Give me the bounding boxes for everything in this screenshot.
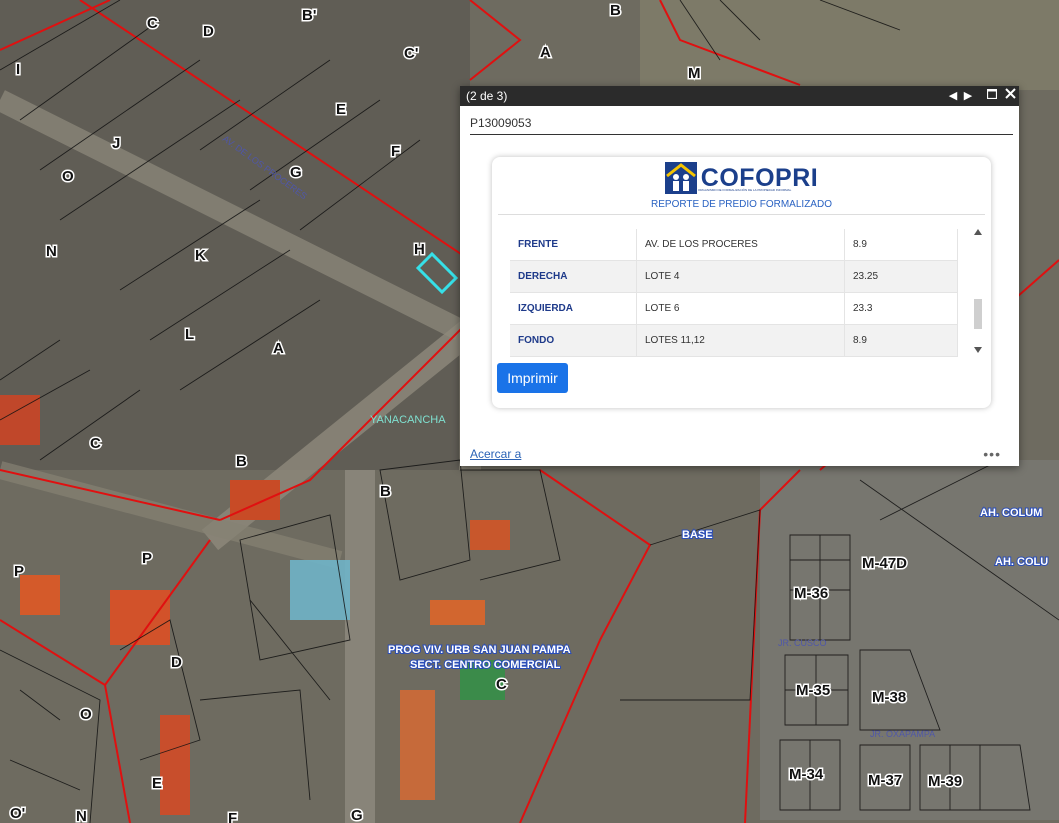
table-row: DERECHA LOTE 4 23.25 <box>510 260 958 293</box>
map-block-label: G <box>351 807 363 823</box>
map-block-label: C <box>90 435 101 452</box>
table-row: IZQUIERDA LOTE 6 23.3 <box>510 292 958 325</box>
popup-header: (2 de 3) ◀ ▶ <box>460 86 1019 106</box>
map-block-label: M-39 <box>928 773 962 790</box>
scroll-down-icon[interactable] <box>974 347 982 353</box>
maximize-icon[interactable] <box>983 87 1001 105</box>
neighbor-cell: LOTES 11,12 <box>636 324 845 357</box>
map-block-label: F <box>228 810 237 823</box>
map-place-label: PROG VIV. URB SAN JUAN PAMPA <box>388 644 571 656</box>
neighbor-cell: LOTE 4 <box>636 260 845 293</box>
map-place-label: AH. COLU <box>995 556 1048 568</box>
map-place-label: SECT. CENTRO COMERCIAL <box>410 659 561 671</box>
map-block-label: C' <box>404 45 418 62</box>
map-block-label: A <box>540 44 551 61</box>
map-block-label: L <box>185 326 194 343</box>
map-place-label: YANACANCHA <box>370 414 446 426</box>
map-block-label: G <box>290 164 302 181</box>
length-cell: 23.3 <box>844 292 958 325</box>
report-title: REPORTE DE PREDIO FORMALIZADO <box>651 199 832 210</box>
close-icon[interactable] <box>1001 87 1019 105</box>
map-block-label: D <box>171 654 182 671</box>
map-place-label: AH. COLUM <box>980 507 1042 519</box>
table-row: FONDO LOTES 11,12 8.9 <box>510 324 958 357</box>
length-cell: 8.9 <box>844 229 958 261</box>
map-block-label: N <box>76 808 87 823</box>
map-block-label: O <box>62 168 74 185</box>
map-place-label: BASE <box>682 529 713 541</box>
boundaries-table: FRENTE AV. DE LOS PROCERES 8.9 DERECHA L… <box>510 229 958 358</box>
feature-counter: (2 de 3) <box>466 89 508 103</box>
map-block-label: N <box>46 243 57 260</box>
side-cell: IZQUIERDA <box>510 292 637 325</box>
map-block-label: P <box>142 550 152 567</box>
map-block-label: M-47D <box>862 555 907 572</box>
map-block-label: C <box>496 676 507 693</box>
side-cell: FRENTE <box>510 229 637 261</box>
table-row: FRENTE AV. DE LOS PROCERES 8.9 <box>510 229 958 261</box>
length-cell: 23.25 <box>844 260 958 293</box>
table-scrollbar[interactable] <box>971 223 985 363</box>
side-cell: DERECHA <box>510 260 637 293</box>
cofopri-logo-icon <box>664 162 697 194</box>
map-block-label: M-35 <box>796 682 830 699</box>
neighbor-cell: AV. DE LOS PROCERES <box>636 229 845 261</box>
map-block-label: M-37 <box>868 772 902 789</box>
map-street-label: JR. OXAPAMPA <box>870 729 935 739</box>
print-button[interactable]: Imprimir <box>497 363 568 393</box>
popup-title: P13009053 <box>470 116 532 130</box>
map-block-label: M <box>688 65 701 82</box>
next-icon[interactable]: ▶ <box>959 87 977 105</box>
feature-popup: (2 de 3) ◀ ▶ P13009053 COFOPRI ORGANISMO… <box>460 86 1019 466</box>
divider <box>498 214 985 215</box>
map-block-label: B <box>610 2 621 19</box>
map-block-label: D <box>203 23 214 40</box>
more-options-icon[interactable]: ••• <box>983 446 1001 462</box>
map-block-label: E <box>152 775 162 792</box>
map-block-label: P <box>14 563 24 580</box>
map-block-label: O' <box>10 805 25 822</box>
scrollbar-thumb[interactable] <box>974 299 982 329</box>
map-block-label: M-36 <box>794 585 828 602</box>
map-block-label: I <box>16 61 20 78</box>
map-block-label: H <box>414 241 425 258</box>
map-block-label: M-34 <box>789 766 824 783</box>
divider <box>470 134 1013 135</box>
map-block-label: A <box>273 340 284 357</box>
logo-subtitle: ORGANISMO DE FORMALIZACIÓN DE LA PROPIED… <box>698 188 792 192</box>
side-cell: FONDO <box>510 324 637 357</box>
map-block-label: K <box>195 247 206 264</box>
map-block-label: E <box>336 101 346 118</box>
neighbor-cell: LOTE 6 <box>636 292 845 325</box>
zoom-to-link[interactable]: Acercar a <box>470 447 521 461</box>
map-block-label: J <box>112 135 120 152</box>
scroll-up-icon[interactable] <box>974 229 982 235</box>
length-cell: 8.9 <box>844 324 958 357</box>
map-block-label: F <box>391 143 400 160</box>
map-block-label: B' <box>302 7 316 24</box>
map-block-label: B <box>380 483 391 500</box>
map-street-label: JR. CUSCO <box>778 638 827 648</box>
map-block-label: O <box>80 706 92 723</box>
map-block-label: B <box>236 453 247 470</box>
map-block-label: M-38 <box>872 689 906 706</box>
map-block-label: C <box>147 15 158 32</box>
